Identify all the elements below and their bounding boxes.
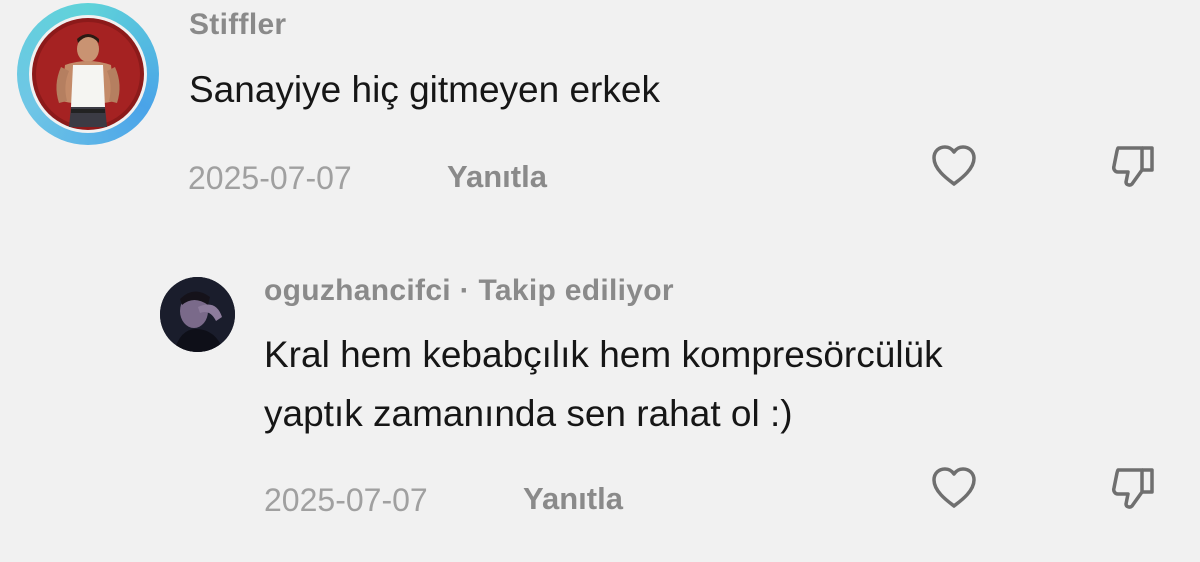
thumbs-down-outline-icon[interactable] (1108, 140, 1160, 192)
avatar[interactable] (29, 15, 147, 133)
thumbs-down-outline-icon[interactable] (1108, 462, 1160, 514)
comment-username[interactable]: oguzhancifci (264, 274, 451, 307)
reply-username-line: oguzhancifci · Takip ediliyor (264, 274, 674, 308)
comment-text-line: yaptık zamanında sen rahat ol :) (264, 393, 793, 434)
avatar-photo-icon (160, 277, 235, 352)
follow-status: Takip ediliyor (478, 274, 674, 307)
avatar-photo-icon (32, 18, 144, 130)
comment-text: Sanayiye hiç gitmeyen erkek (189, 69, 660, 110)
comment-username[interactable]: Stiffler (189, 8, 286, 42)
heart-outline-icon[interactable] (928, 140, 980, 192)
separator-dot: · (459, 274, 470, 307)
reply-button[interactable]: Yanıtla (447, 159, 547, 195)
comment-date: 2025-07-07 (188, 160, 352, 196)
comments-section: Stiffler Sanayiye hiç gitmeyen erkek 202… (0, 0, 1200, 562)
comment-text-line: Kral hem kebabçılık hem kompresörcülük (264, 334, 943, 375)
comment-date: 2025-07-07 (264, 482, 428, 518)
avatar[interactable] (160, 277, 235, 352)
reply-button[interactable]: Yanıtla (523, 481, 623, 517)
heart-outline-icon[interactable] (928, 462, 980, 514)
